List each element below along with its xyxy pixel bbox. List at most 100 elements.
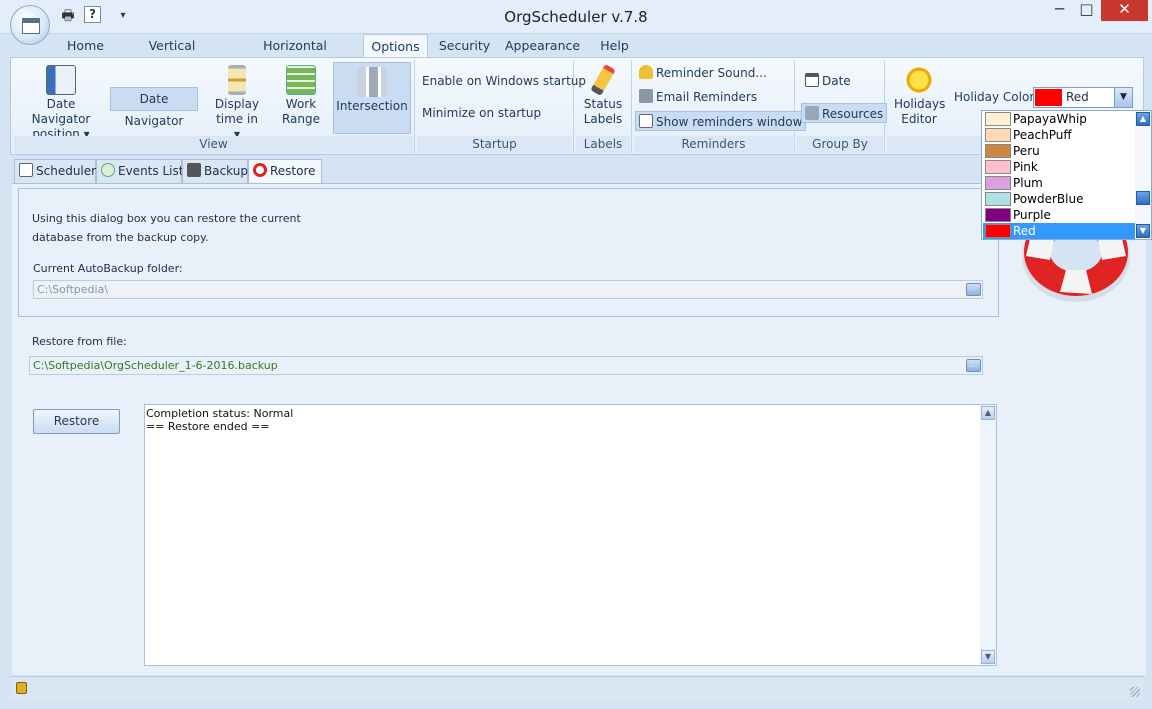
enable-windows-startup-button[interactable]: Enable on Windows startup [422,71,586,91]
scroll-down-icon[interactable]: ▼ [981,650,995,664]
tab-help[interactable]: Help [592,34,637,58]
holiday-color-value: Red [1066,90,1089,104]
color-option-purple[interactable]: Purple [983,207,1136,223]
color-option-pink[interactable]: Pink [983,159,1136,175]
window-title: OrgScheduler v.7.8 [504,8,648,26]
color-option-peachpuff[interactable]: PeachPuff [983,127,1136,143]
scroll-thumb[interactable] [1136,191,1150,205]
resources-icon [805,106,819,120]
color-option-label: Pink [1013,160,1038,174]
status-bar [10,676,1144,701]
email-reminders-button[interactable]: Email Reminders [639,87,757,107]
work-range-button[interactable]: Work Range [275,65,327,127]
holiday-color-dropdown[interactable]: PapayaWhip PeachPuff Peru Pink Plum Powd… [981,110,1152,240]
restore-from-file-field[interactable]: C:\Softpedia\OrgScheduler_1-6-2016.backu… [29,356,983,375]
close-button[interactable]: ✕ [1101,0,1148,21]
date-navigator-button[interactable]: Date Navigator [110,87,198,128]
scroll-up-icon[interactable]: ▲ [1136,112,1150,126]
date-navigator-position-button[interactable]: Date Navigator position ▾ [19,65,103,142]
holidays-editor-label: Holidays Editor [894,97,946,126]
show-reminders-window-button[interactable]: Show reminders window [635,111,807,131]
group-group-by-label: Group By [812,137,868,151]
restore-from-file-label: Restore from file: [32,335,127,348]
ribbon: Date Navigator position ▾ Date Navigator… [10,57,1144,155]
autobackup-folder-label: Current AutoBackup folder: [33,262,183,275]
color-option-red[interactable]: Red [983,223,1136,239]
doc-tab-events-list[interactable]: Events List [96,159,183,183]
group-labels: Status Labels Labels [575,60,632,153]
tab-vertical-timeline[interactable]: Vertical Timeline [121,34,223,76]
browse-autobackup-button[interactable] [966,283,981,296]
app-menu-button[interactable] [10,5,50,45]
holiday-color-label: Holiday Color [954,90,1035,104]
table-icon [19,163,33,177]
dropdown-scrollbar[interactable]: ▲ ▼ [1135,111,1151,239]
window-icon [639,114,653,128]
tab-options[interactable]: Options [363,34,428,58]
log-line: == Restore ended == [146,420,270,433]
color-option-label: Plum [1013,176,1043,190]
group-view-label: View [199,137,228,151]
calendar-icon [22,18,40,34]
star-icon [905,65,933,95]
spreadsheet-icon [286,65,316,95]
events-icon [101,163,115,177]
group-by-date-label: Date [822,74,851,88]
tab-horizontal-timeline[interactable]: Horizontal Timeline [236,34,354,76]
display-time-in-button[interactable]: Display time in ▾ [209,65,265,142]
color-swatch [985,112,1011,126]
email-reminders-label: Email Reminders [656,90,758,104]
tab-appearance[interactable]: Appearance [505,34,580,58]
group-by-resources-button[interactable]: Resources [801,103,888,123]
color-option-label: Purple [1013,208,1051,222]
color-option-papayawhip[interactable]: PapayaWhip [983,111,1136,127]
reminder-sound-button[interactable]: Reminder Sound... [639,63,767,83]
date-navigator-icon [46,65,76,95]
doc-tab-scheduler[interactable]: Scheduler [14,159,96,183]
doc-tab-backup-label: Backup [204,164,248,178]
group-startup-label: Startup [472,137,517,151]
tab-home[interactable]: Home [58,34,113,58]
tab-security[interactable]: Security [437,34,492,58]
calendar-icon [805,73,819,87]
scroll-up-icon[interactable]: ▲ [981,406,995,420]
reminder-sound-label: Reminder Sound... [656,66,767,80]
color-option-label: PeachPuff [1013,128,1072,142]
show-reminders-window-label: Show reminders window [656,115,803,129]
minimize-button[interactable]: ─ [1046,0,1073,21]
intersection-label: Intersection [336,99,408,113]
status-labels-button[interactable]: Status Labels [577,64,629,127]
restore-from-file-path: C:\Softpedia\OrgScheduler_1-6-2016.backu… [33,359,278,372]
log-scrollbar[interactable]: ▲ ▼ [980,405,996,665]
color-option-label: PapayaWhip [1013,112,1087,126]
doc-tab-restore[interactable]: Restore [248,159,322,184]
doc-tab-backup[interactable]: Backup [182,159,248,183]
holiday-color-swatch [1035,89,1062,106]
holiday-color-select[interactable]: Red ▼ [1033,87,1133,108]
restore-log[interactable]: Completion status: Normal == Restore end… [144,404,997,666]
restore-button[interactable]: Restore [33,409,120,434]
autobackup-folder-field: C:\Softpedia\ [33,280,983,299]
group-by-date-button[interactable]: Date [805,71,851,91]
color-option-peru[interactable]: Peru [983,143,1136,159]
color-option-powderblue[interactable]: PowderBlue [983,191,1136,207]
pencil-icon [590,64,616,96]
color-swatch [985,176,1011,190]
document-tabs: Scheduler Events List Backup Restore [12,159,992,184]
description-line-1: Using this dialog box you can restore th… [32,212,301,225]
color-swatch [985,144,1011,158]
intersection-button[interactable]: Intersection [333,62,411,134]
color-option-label: Peru [1013,144,1040,158]
scroll-down-icon[interactable]: ▼ [1136,224,1150,238]
doc-tab-restore-label: Restore [270,164,316,178]
resize-grip-icon[interactable] [1130,687,1140,697]
log-line: Completion status: Normal [146,407,294,420]
color-swatch [985,224,1011,238]
maximize-button[interactable]: □ [1073,0,1100,21]
holidays-editor-button[interactable]: Holidays Editor [890,65,948,127]
color-option-plum[interactable]: Plum [983,175,1136,191]
minimize-on-startup-button[interactable]: Minimize on startup [422,103,541,123]
autobackup-folder-path: C:\Softpedia\ [37,283,109,296]
chevron-down-icon[interactable]: ▼ [1114,88,1132,107]
browse-restore-file-button[interactable]: … [966,359,981,372]
